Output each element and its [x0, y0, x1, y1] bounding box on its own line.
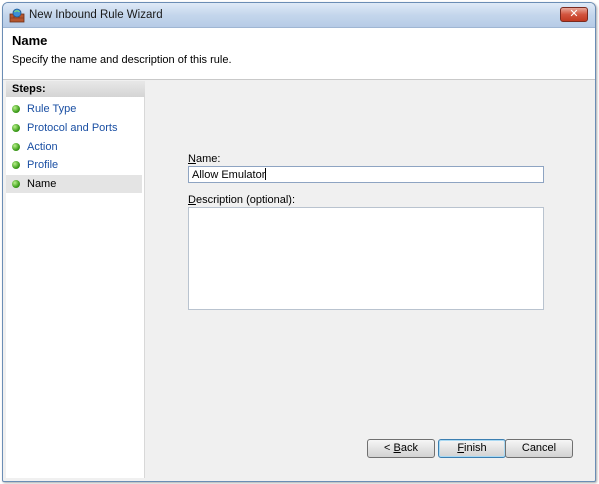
text-caret [265, 168, 267, 180]
page-description: Specify the name and description of this… [12, 54, 232, 66]
description-textarea[interactable] [188, 207, 544, 310]
steps-panel: Steps: Rule Type Protocol and Ports Acti… [6, 81, 145, 478]
steps-heading: Steps: [6, 81, 145, 97]
page-header: Name Specify the name and description of… [3, 28, 595, 80]
back-button[interactable]: < Back [367, 439, 435, 458]
firewall-wizard-icon [9, 8, 25, 23]
step-protocol-and-ports[interactable]: Protocol and Ports [6, 119, 142, 137]
cancel-button[interactable]: Cancel [505, 439, 573, 458]
close-button[interactable]: ✕ [560, 7, 588, 22]
step-label: Rule Type [27, 103, 77, 115]
title-bar[interactable]: New Inbound Rule Wizard ✕ [3, 3, 595, 28]
step-complete-dot-icon [12, 143, 20, 151]
step-action[interactable]: Action [6, 138, 142, 156]
description-label: Description (optional): [188, 194, 296, 206]
step-complete-dot-icon [12, 161, 20, 169]
close-icon: ✕ [569, 8, 579, 20]
step-label: Protocol and Ports [27, 122, 118, 134]
step-complete-dot-icon [12, 180, 20, 188]
step-label: Action [27, 141, 58, 153]
step-label: Name [27, 178, 57, 190]
page-title: Name [12, 33, 48, 48]
finish-button[interactable]: Finish [438, 439, 506, 458]
window-title: New Inbound Rule Wizard [29, 9, 163, 21]
step-label: Profile [27, 159, 59, 171]
step-rule-type[interactable]: Rule Type [6, 100, 142, 118]
step-complete-dot-icon [12, 105, 20, 113]
step-profile[interactable]: Profile [6, 156, 142, 174]
wizard-window: New Inbound Rule Wizard ✕ Name Specify t… [2, 2, 596, 482]
name-label: Name: [188, 153, 221, 165]
step-complete-dot-icon [12, 124, 20, 132]
name-input[interactable]: Allow Emulator [188, 166, 544, 183]
step-name[interactable]: Name [6, 175, 142, 193]
